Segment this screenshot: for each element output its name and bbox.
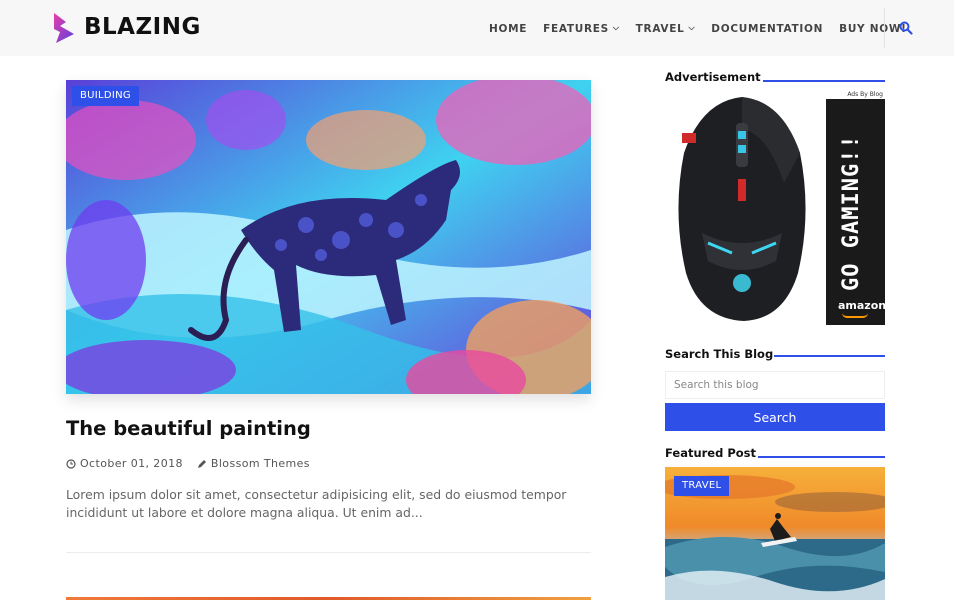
post-divider — [66, 552, 591, 553]
post-author[interactable]: Blossom Themes — [211, 457, 310, 470]
nav-divider — [884, 8, 885, 48]
featured-category-badge[interactable]: TRAVEL — [674, 476, 730, 496]
widget-title-featured: Featured Post — [665, 446, 757, 460]
ad-go-gaming-banner[interactable]: Ads By Blog GO GAMING!! amazon — [826, 91, 885, 325]
post-title[interactable]: The beautiful painting — [66, 417, 311, 440]
site-header: BLAZING HOME FEATURES ⌵ TRAVEL ⌵ DOCUMENTA… — [0, 0, 954, 56]
widget-title-advertisement: Advertisement — [665, 70, 761, 84]
nav-label: HOME — [489, 23, 528, 35]
nav-item-documentation[interactable]: DOCUMENTATION — [711, 23, 823, 35]
amazon-smile-icon — [842, 313, 868, 318]
post-category-badge[interactable]: BUILDING — [72, 86, 139, 106]
post-excerpt: Lorem ipsum dolor sit amet, consectetur … — [66, 487, 567, 520]
logo-icon[interactable] — [52, 12, 76, 44]
nav-label: FEATURES — [543, 23, 609, 35]
nav-item-features[interactable]: FEATURES ⌵ — [543, 23, 620, 35]
post-featured-image[interactable] — [66, 80, 591, 394]
post-meta: October 01, 2018 Blossom Themes — [66, 457, 310, 470]
clock-icon — [66, 458, 76, 469]
nav-item-buy-now[interactable]: BUY NOW! — [839, 23, 906, 35]
site-brand[interactable]: BLAZING — [84, 14, 201, 40]
search-input[interactable] — [665, 371, 885, 399]
widget-title-underline — [758, 456, 885, 458]
search-button[interactable]: Search — [665, 403, 885, 431]
nav-label: DOCUMENTATION — [711, 23, 824, 35]
pencil-icon — [197, 459, 206, 468]
ad-banner-headline: GO GAMING!! — [839, 134, 864, 291]
nav-label: TRAVEL — [635, 23, 685, 35]
search-icon[interactable] — [898, 20, 914, 36]
chevron-down-icon: ⌵ — [612, 23, 620, 32]
widget-title-underline — [774, 355, 885, 357]
ad-small-text: Ads By Blog — [847, 91, 883, 98]
ad-banner-brand: amazon — [838, 299, 885, 312]
nav-label: BUY NOW! — [839, 23, 907, 35]
main-nav: HOME FEATURES ⌵ TRAVEL ⌵ DOCUMENTATION BUY… — [489, 22, 923, 36]
widget-title-search: Search This Blog — [665, 347, 774, 361]
ad-gaming-mouse-image[interactable] — [672, 93, 812, 325]
nav-item-home[interactable]: HOME — [489, 23, 527, 35]
post-date: October 01, 2018 — [80, 457, 183, 470]
nav-item-travel[interactable]: TRAVEL ⌵ — [636, 23, 696, 35]
chevron-down-icon: ⌵ — [688, 23, 696, 32]
widget-title-underline — [763, 80, 885, 82]
